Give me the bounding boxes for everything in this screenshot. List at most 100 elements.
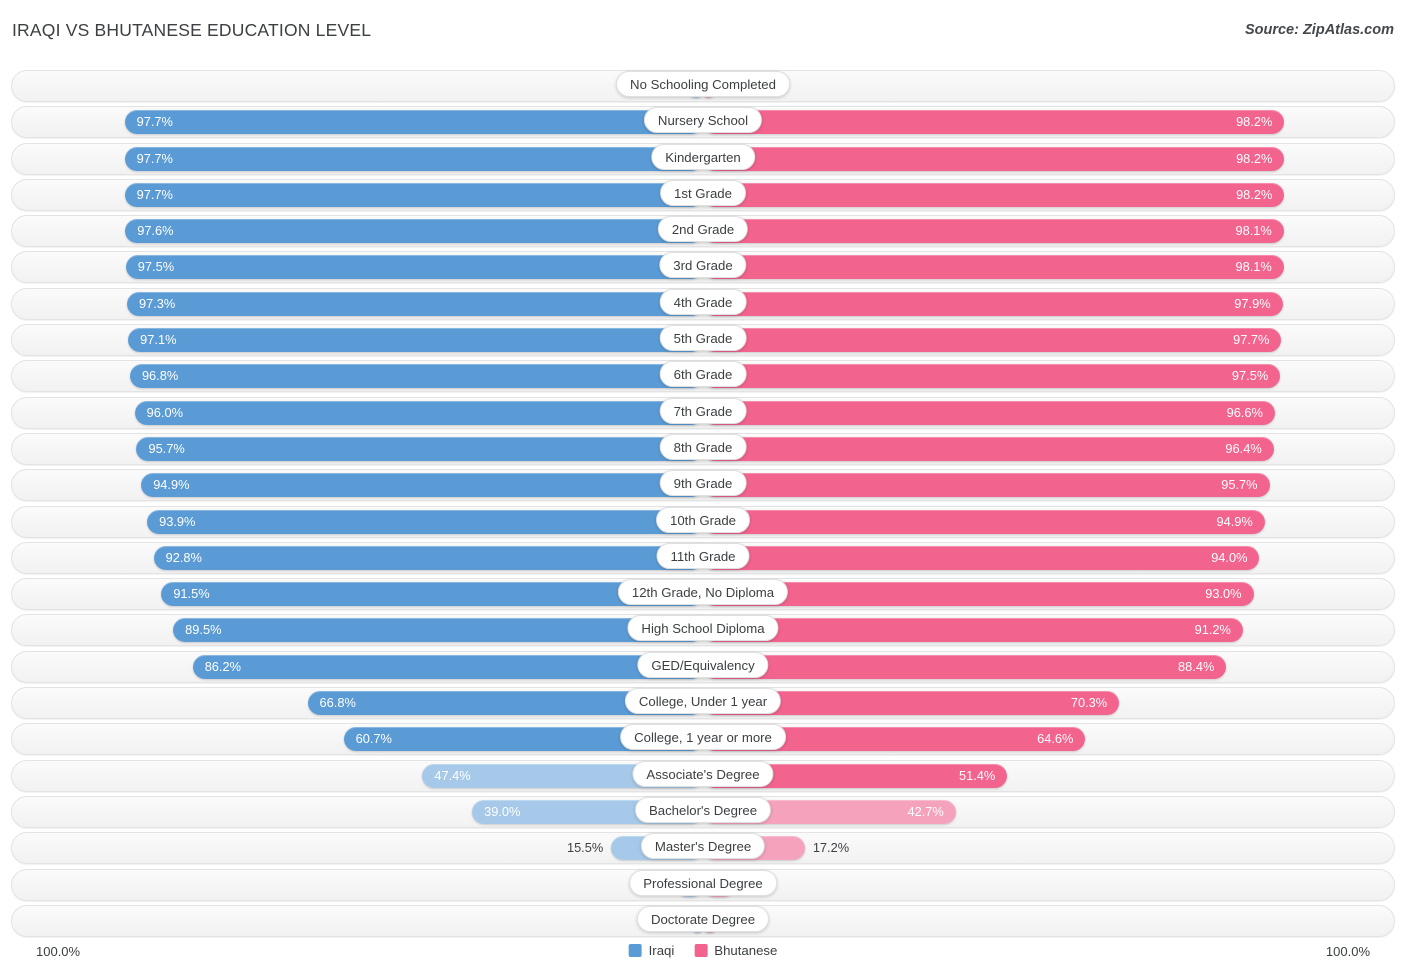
bar-row: 2.4%1.8%No Schooling Completed [0,68,1406,104]
legend-label-bhutanese: Bhutanese [714,943,778,958]
bar-row: 97.1% 97.7% 5th Grade [0,322,1406,358]
chart-header: IRAQI VS BHUTANESE EDUCATION LEVEL Sourc… [0,0,1406,56]
legend-swatch-iraqi [628,944,642,957]
category-label-pill: 5th Grade [659,325,747,352]
bar-left-iraqi[interactable] [125,255,703,280]
value-label-bhutanese: 17.2% [812,840,850,856]
axis-label-right: 100.0% [1325,944,1370,959]
value-label-bhutanese: 95.7% [1221,477,1258,493]
category-label-pill: Doctorate Degree [636,905,770,932]
category-label-pill: GED/Equivalency [637,651,769,678]
value-label-iraqi: 92.8% [165,549,202,565]
bar-left-iraqi[interactable] [173,618,703,643]
value-label-bhutanese: 94.0% [1211,549,1248,565]
bar-right-bhutanese[interactable] [703,545,1260,570]
bar-row: 91.5% 93.0% 12th Grade, No Diploma [0,576,1406,612]
value-label-iraqi: 94.9% [153,477,190,493]
bar-row: 66.8% 70.3% College, Under 1 year [0,685,1406,721]
bar-right-bhutanese[interactable] [703,110,1285,135]
category-label-pill: 2nd Grade [657,216,749,243]
value-label-bhutanese: 88.4% [1178,658,1215,674]
bar-row: 86.2% 88.4% GED/Equivalency [0,649,1406,685]
bar-row: 95.7% 96.4% 8th Grade [0,431,1406,467]
category-label-pill: Master's Degree [640,833,766,860]
value-label-bhutanese: 64.6% [1037,731,1074,747]
bar-right-bhutanese[interactable] [703,255,1284,280]
bar-row: 97.7% 98.2% Nursery School [0,104,1406,140]
value-label-iraqi: 93.9% [159,513,196,529]
bar-left-iraqi[interactable] [192,654,703,679]
bar-left-iraqi[interactable] [124,146,703,171]
bar-right-bhutanese[interactable] [703,509,1265,534]
value-label-bhutanese: 97.7% [1233,332,1270,348]
page-title: IRAQI VS BHUTANESE EDUCATION LEVEL [12,20,372,40]
value-label-bhutanese: 94.9% [1216,513,1253,529]
bar-left-iraqi[interactable] [128,328,703,353]
value-label-iraqi: 97.7% [136,114,173,130]
value-label-iraqi: 97.5% [137,259,175,275]
category-label-pill: 8th Grade [659,433,747,460]
value-label-iraqi: 86.2% [204,658,241,674]
value-label-bhutanese: 97.9% [1234,295,1271,311]
legend-item-iraqi[interactable]: Iraqi [628,943,675,958]
bar-row: 97.7% 98.2% Kindergarten [0,141,1406,177]
bar-row: 1.8%2.3%Doctorate Degree [0,903,1406,939]
value-label-bhutanese: 70.3% [1070,695,1108,711]
bar-row: 47.4% 51.4% Associate's Degree [0,758,1406,794]
value-label-bhutanese: 96.4% [1225,440,1262,456]
legend-swatch-bhutanese [694,944,708,957]
category-label-pill: 11th Grade [656,542,750,569]
category-label-pill: Professional Degree [629,869,777,896]
bar-left-iraqi[interactable] [125,219,703,244]
value-label-iraqi: 97.6% [137,223,174,239]
bar-left-iraqi[interactable] [124,110,703,135]
bar-right-bhutanese[interactable] [703,473,1270,498]
bar-row: 96.0% 96.6% 7th Grade [0,395,1406,431]
bar-left-iraqi[interactable] [147,509,703,534]
bar-left-iraqi[interactable] [134,400,703,425]
bar-left-iraqi[interactable] [129,364,703,389]
bar-right-bhutanese[interactable] [703,146,1285,171]
bar-left-iraqi[interactable] [153,545,703,570]
bar-row: 97.6% 98.1% 2nd Grade [0,213,1406,249]
chart-footer: 100.0% Iraqi Bhutanese 100.0% [0,941,1406,967]
bar-right-bhutanese[interactable] [703,618,1243,643]
category-label-pill: Associate's Degree [632,760,774,787]
bar-row: 94.9% 95.7% 9th Grade [0,467,1406,503]
bar-right-bhutanese[interactable] [703,291,1283,316]
value-label-bhutanese: 97.5% [1231,368,1269,384]
value-label-bhutanese: 98.1% [1235,259,1272,275]
value-label-iraqi: 66.8% [319,695,356,711]
legend-item-bhutanese[interactable]: Bhutanese [694,943,777,958]
bar-row: 15.5% 17.2% Master's Degree [0,830,1406,866]
bar-left-iraqi[interactable] [124,182,703,207]
category-label-pill: College, Under 1 year [624,688,782,715]
value-label-iraqi: 97.7% [136,186,173,202]
source-attribution: Source: ZipAtlas.com [1244,22,1394,38]
value-label-iraqi: 60.7% [355,731,392,747]
bar-right-bhutanese[interactable] [703,436,1274,461]
value-label-bhutanese: 51.4% [959,767,996,783]
bar-left-iraqi[interactable] [136,436,703,461]
bar-right-bhutanese[interactable] [703,364,1281,389]
value-label-iraqi: 97.7% [136,150,173,166]
value-label-bhutanese: 98.2% [1236,114,1273,130]
value-label-iraqi: 97.3% [138,295,176,311]
bar-right-bhutanese[interactable] [703,182,1285,207]
bar-row: 60.7% 64.6% College, 1 year or more [0,721,1406,757]
value-label-iraqi: 47.4% [434,767,471,783]
value-label-iraqi: 39.0% [484,803,521,819]
bar-right-bhutanese[interactable] [703,219,1284,244]
category-label-pill: No Schooling Completed [616,71,790,97]
bar-left-iraqi[interactable] [141,473,703,498]
category-label-pill: Kindergarten [651,143,755,170]
category-label-pill: Nursery School [643,107,763,134]
bar-left-iraqi[interactable] [126,291,703,316]
bar-right-bhutanese[interactable] [703,400,1275,425]
category-label-pill: 4th Grade [659,288,747,315]
bar-right-bhutanese[interactable] [703,328,1282,353]
category-label-pill: 1st Grade [660,179,746,206]
value-label-iraqi: 95.7% [148,440,185,456]
legend-label-iraqi: Iraqi [648,943,675,958]
bar-right-bhutanese[interactable] [703,654,1227,679]
